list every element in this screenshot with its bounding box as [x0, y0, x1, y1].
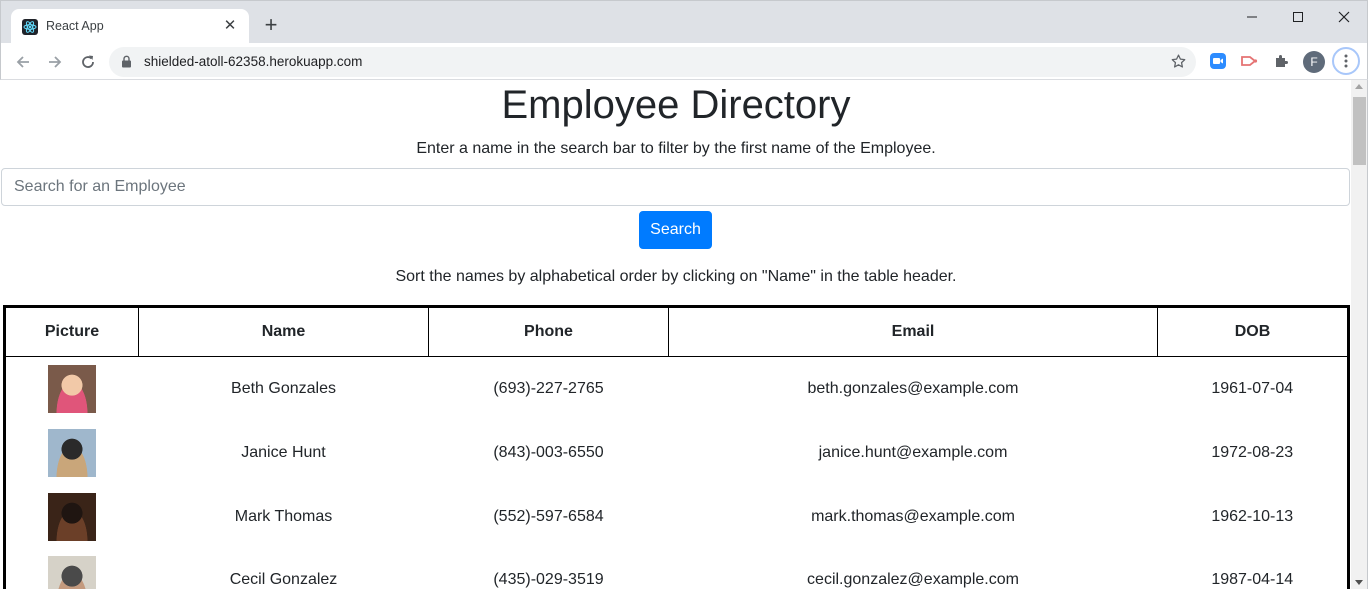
arrow-right-icon — [49, 56, 62, 68]
scroll-up-arrow-icon[interactable] — [1355, 84, 1363, 89]
browser-toolbar: shielded-atoll-62358.herokuapp.com F — [0, 43, 1368, 80]
scrollbar-thumb[interactable] — [1353, 97, 1366, 165]
header-phone: Phone — [428, 306, 669, 357]
employee-search-input[interactable] — [1, 168, 1350, 206]
phone-cell: (552)-597-6584 — [493, 507, 604, 525]
scroll-down-arrow-icon[interactable] — [1355, 580, 1363, 585]
picture-cell — [5, 421, 139, 485]
header-name-sort[interactable]: Name — [138, 306, 429, 357]
more-vert-icon — [1344, 54, 1348, 68]
employee-table: Picture Name Phone Email DOB Beth Gonzal… — [3, 305, 1350, 589]
table-row: Cecil Gonzalez (435)-029-3519 cecil.gonzal… — [5, 549, 1349, 589]
phone-cell: (693)-227-2765 — [493, 379, 604, 397]
browser-tab-strip: React App ✕ + — [0, 0, 1368, 44]
dob-cell: 1962-10-13 — [1211, 507, 1294, 525]
phone-cell: (843)-003-6550 — [493, 443, 604, 461]
header-email: Email — [668, 306, 1158, 357]
zoom-extension-icon[interactable] — [1208, 51, 1228, 71]
browser-tab[interactable]: React App ✕ — [11, 9, 249, 44]
search-button[interactable]: Search — [639, 211, 712, 249]
email-cell: cecil.gonzalez@example.com — [807, 570, 1019, 588]
name-cell: Beth Gonzales — [231, 379, 336, 397]
page-scrollbar[interactable] — [1351, 80, 1368, 589]
table-row: Janice Hunt (843)-003-6550 janice.hunt@exa… — [5, 421, 1349, 485]
bookmark-star-icon[interactable] — [1170, 53, 1187, 75]
back-button[interactable] — [10, 49, 36, 75]
arrow-left-icon — [16, 56, 29, 68]
extensions-puzzle-icon[interactable] — [1271, 51, 1291, 71]
email-cell: beth.gonzales@example.com — [807, 379, 1019, 397]
tab-close-icon[interactable]: ✕ — [221, 17, 239, 35]
forward-button[interactable] — [42, 49, 68, 75]
table-header-row: Picture Name Phone Email DOB — [4, 306, 1349, 357]
cast-extension-icon[interactable] — [1239, 51, 1259, 71]
dob-cell: 1961-07-04 — [1211, 379, 1294, 397]
browser-menu-button[interactable] — [1332, 47, 1360, 75]
maximize-button[interactable] — [1275, 1, 1321, 33]
table-body: Beth Gonzales (693)-227-2765 beth.gonzales… — [5, 357, 1349, 589]
header-picture: Picture — [4, 306, 139, 357]
name-cell: Cecil Gonzalez — [229, 570, 338, 588]
page-viewport: Employee Directory Enter a name in the s… — [1, 80, 1351, 589]
employee-photo — [48, 364, 97, 413]
name-cell: Mark Thomas — [234, 507, 333, 525]
email-cell: mark.thomas@example.com — [811, 507, 1015, 525]
sort-instructions: Sort the names by alphabetical order by … — [395, 268, 957, 285]
email-cell: janice.hunt@example.com — [818, 443, 1008, 461]
picture-cell — [5, 357, 139, 421]
new-tab-button[interactable]: + — [261, 14, 281, 36]
header-dob: DOB — [1157, 306, 1349, 357]
picture-cell — [5, 549, 139, 589]
employee-photo — [48, 428, 97, 477]
reload-icon — [82, 55, 94, 68]
reload-button[interactable] — [75, 49, 101, 75]
tab-title: React App — [46, 19, 104, 33]
react-favicon-icon — [22, 19, 38, 35]
name-cell: Janice Hunt — [241, 443, 326, 461]
table-row: Beth Gonzales (693)-227-2765 beth.gonzales… — [5, 357, 1349, 421]
table-row: Mark Thomas (552)-597-6584 mark.thomas@exa… — [5, 485, 1349, 549]
picture-cell — [5, 485, 139, 549]
employee-photo — [48, 555, 97, 589]
employee-photo — [48, 492, 97, 541]
lock-icon — [121, 55, 132, 73]
address-bar[interactable]: shielded-atoll-62358.herokuapp.com — [109, 47, 1196, 77]
profile-avatar[interactable]: F — [1303, 51, 1325, 73]
page-title: Employee Directory — [501, 83, 851, 127]
dob-cell: 1972-08-23 — [1211, 443, 1294, 461]
dob-cell: 1987-04-14 — [1211, 570, 1294, 588]
page-subtitle: Enter a name in the search bar to filter… — [416, 140, 936, 157]
phone-cell: (435)-029-3519 — [493, 570, 604, 588]
close-window-button[interactable] — [1321, 1, 1367, 33]
minimize-button[interactable] — [1229, 1, 1275, 33]
url-text: shielded-atoll-62358.herokuapp.com — [144, 54, 363, 69]
